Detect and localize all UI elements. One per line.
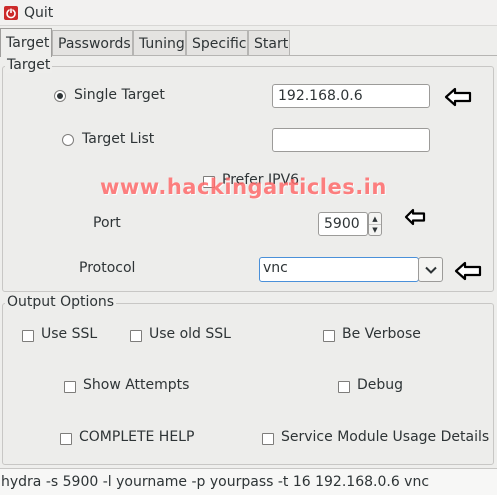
quit-label: Quit: [24, 5, 54, 21]
debug-label: Debug: [357, 377, 404, 393]
port-decrement-button[interactable]: ▼: [369, 224, 381, 235]
arrow-left-icon: [454, 261, 482, 281]
chevron-down-icon: [424, 266, 437, 274]
tab-specific-label: Specific: [192, 35, 247, 52]
complete-help-label: COMPLETE HELP: [79, 429, 195, 445]
status-bar: hydra -s 5900 -l yourname -p yourpass -t…: [0, 468, 497, 495]
target-group-title: Target: [5, 57, 53, 73]
use-old-ssl-label: Use old SSL: [149, 326, 231, 342]
tab-target-label: Target: [6, 35, 50, 51]
port-input[interactable]: 5900: [318, 212, 368, 236]
watermark: www.hackingarticles.in: [100, 175, 387, 199]
arrow-left-icon: [444, 87, 472, 107]
tab-tuning-label: Tuning: [139, 35, 185, 52]
tab-specific[interactable]: Specific: [186, 30, 248, 56]
target-list-input[interactable]: [272, 128, 430, 152]
target-list-radio[interactable]: [62, 134, 74, 146]
complete-help-checkbox[interactable]: [60, 433, 72, 445]
single-target-label: Single Target: [74, 87, 165, 103]
use-ssl-label: Use SSL: [41, 326, 98, 342]
port-stepper: ▲ ▼: [368, 212, 382, 236]
tab-passwords-label: Passwords: [58, 35, 131, 52]
tab-tuning[interactable]: Tuning: [133, 30, 186, 56]
protocol-dropdown-button[interactable]: [418, 257, 443, 282]
tab-passwords[interactable]: Passwords: [52, 30, 133, 56]
use-ssl-checkbox[interactable]: [22, 330, 34, 342]
debug-checkbox[interactable]: [338, 381, 350, 393]
port-increment-button[interactable]: ▲: [369, 213, 381, 224]
service-module-usage-checkbox[interactable]: [262, 433, 274, 445]
quit-menu-item[interactable]: Quit: [4, 3, 53, 23]
command-preview: hydra -s 5900 -l yourname -p yourpass -t…: [1, 474, 430, 490]
tab-target[interactable]: Target: [0, 28, 52, 57]
target-list-label: Target List: [82, 131, 155, 147]
menubar: Quit: [0, 0, 497, 26]
show-attempts-label: Show Attempts: [83, 377, 190, 393]
tab-divider: [0, 55, 497, 56]
port-label: Port: [93, 215, 121, 231]
output-options-title: Output Options: [5, 294, 117, 310]
single-target-radio[interactable]: [54, 90, 66, 102]
quit-icon: [4, 6, 18, 20]
be-verbose-label: Be Verbose: [342, 326, 421, 342]
service-module-usage-label: Service Module Usage Details: [281, 429, 490, 445]
protocol-select[interactable]: vnc: [259, 257, 419, 282]
use-old-ssl-checkbox[interactable]: [130, 330, 142, 342]
arrow-left-icon: [404, 208, 426, 226]
tab-start-label: Start: [254, 35, 289, 52]
protocol-label: Protocol: [79, 260, 136, 276]
single-target-input[interactable]: 192.168.0.6: [272, 84, 430, 108]
tab-bar: Target Passwords Tuning Specific Start: [0, 28, 497, 57]
tab-start[interactable]: Start: [248, 30, 290, 56]
protocol-value: vnc: [263, 260, 288, 276]
show-attempts-checkbox[interactable]: [64, 381, 76, 393]
be-verbose-checkbox[interactable]: [323, 330, 335, 342]
